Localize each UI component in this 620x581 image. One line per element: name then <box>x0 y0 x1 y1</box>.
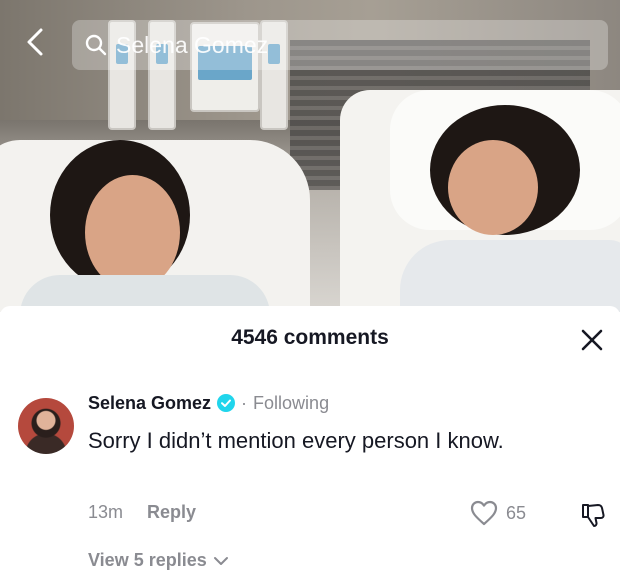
author-row: Selena Gomez · Following <box>88 390 588 416</box>
separator-dot: · <box>241 392 248 413</box>
verified-badge-icon <box>217 394 236 412</box>
view-replies-label: View 5 replies <box>88 550 207 570</box>
comment-meta: 13m Reply <box>88 502 196 523</box>
author-name[interactable]: Selena Gomez <box>88 393 211 414</box>
search-icon <box>85 34 107 56</box>
like-button[interactable]: 65 <box>470 500 526 526</box>
comment-text: Sorry I didn’t mention every person I kn… <box>88 428 504 453</box>
close-button[interactable] <box>580 328 604 352</box>
close-icon <box>581 329 603 351</box>
avatar[interactable] <box>18 398 74 454</box>
heart-outline-icon <box>470 500 498 526</box>
view-replies-button[interactable]: View 5 replies <box>88 550 229 571</box>
comment-body: Selena Gomez · Following Sorry I didn’t … <box>88 390 588 523</box>
comments-header: 4546 comments <box>0 306 620 370</box>
person-left-face <box>85 175 180 290</box>
comments-sheet: 4546 comments Selena Gomez · Following S… <box>0 306 620 581</box>
follow-status: Following <box>253 392 330 413</box>
hospital-gown-right <box>400 240 620 312</box>
comment-time: 13m <box>88 502 124 522</box>
chevron-down-icon <box>213 556 228 565</box>
reply-button[interactable]: Reply <box>147 502 196 523</box>
comment-count: 4546 comments <box>231 326 389 349</box>
like-count: 65 <box>506 502 527 523</box>
search-bar[interactable]: Selena Gomez <box>72 20 608 70</box>
person-right-face <box>448 140 538 235</box>
dislike-button[interactable] <box>580 502 606 528</box>
chevron-left-icon <box>27 28 43 56</box>
back-button[interactable] <box>20 26 52 58</box>
thumbs-down-icon <box>582 504 605 527</box>
search-query: Selena Gomez <box>116 31 269 58</box>
